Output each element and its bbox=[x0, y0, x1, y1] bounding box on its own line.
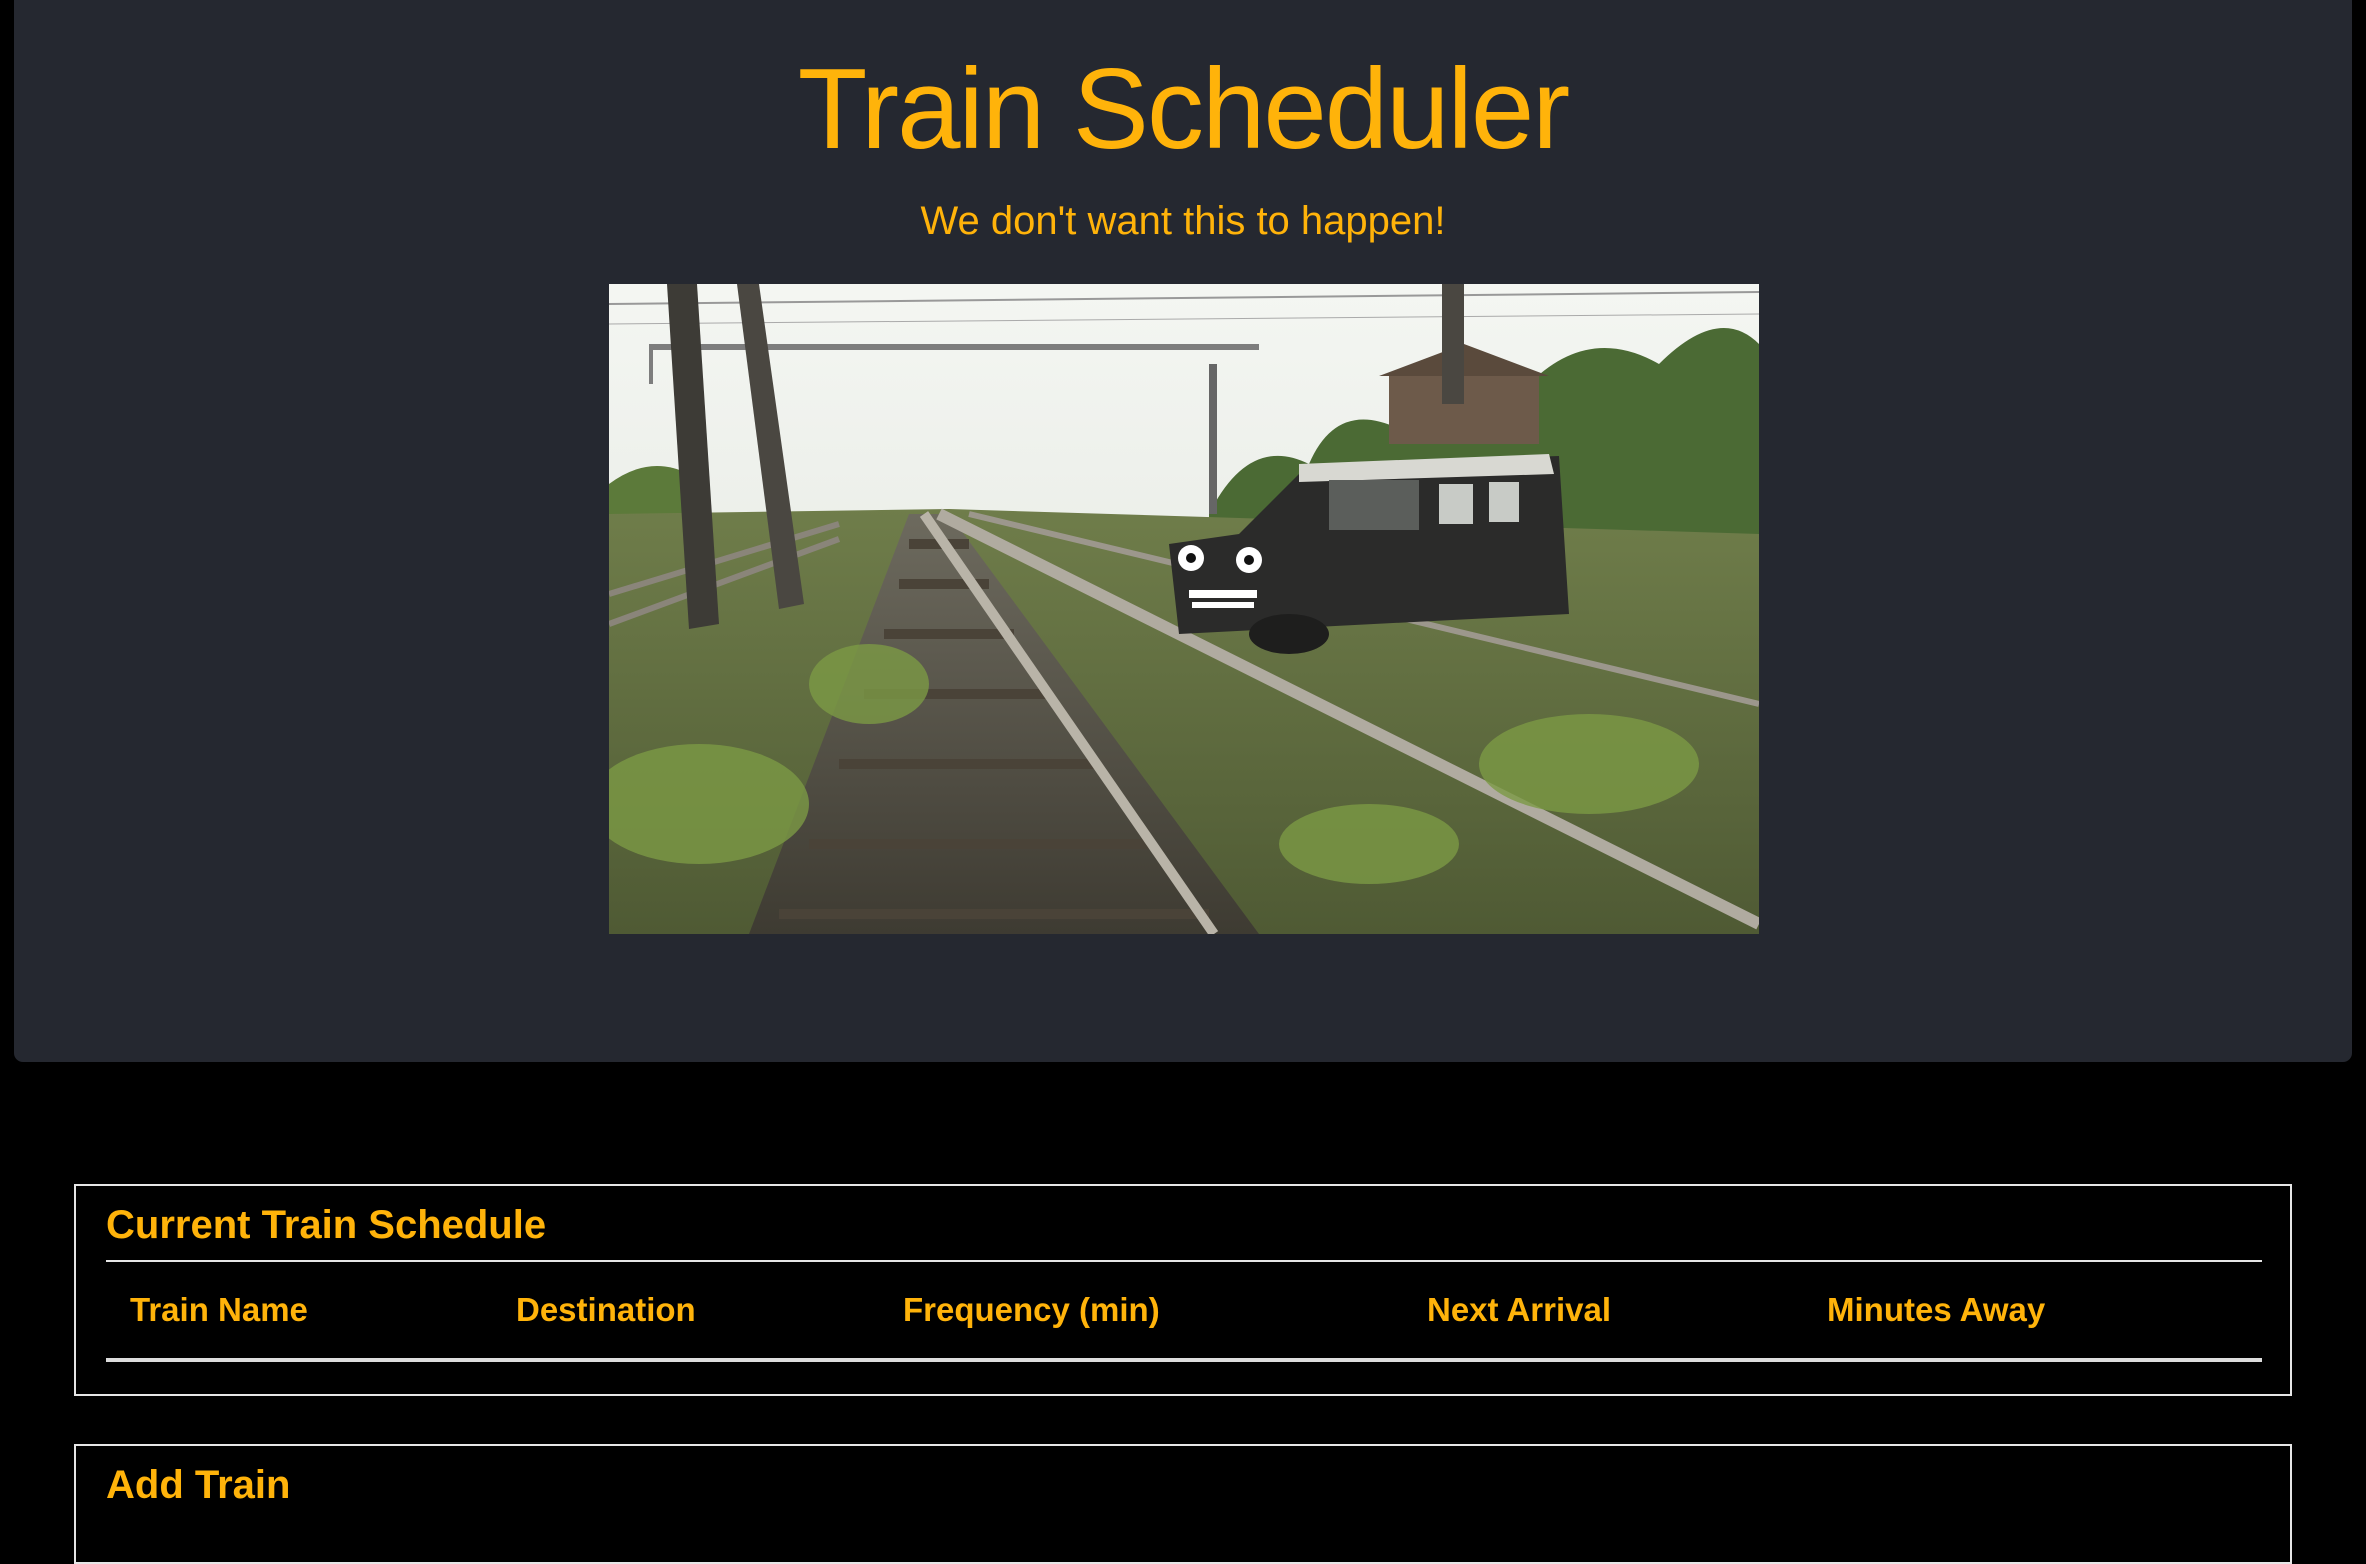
heading-divider bbox=[106, 1260, 2262, 1262]
schedule-panel: Current Train Schedule Train Name Destin… bbox=[74, 1184, 2292, 1396]
page-title: Train Scheduler bbox=[797, 46, 1571, 173]
add-train-panel: Add Train bbox=[74, 1444, 2292, 1564]
column-header-next-arrival: Next Arrival bbox=[1427, 1291, 1612, 1328]
schedule-heading: Current Train Schedule bbox=[106, 1203, 547, 1247]
column-header-frequency: Frequency (min) bbox=[903, 1291, 1160, 1328]
column-header-train-name: Train Name bbox=[130, 1291, 308, 1328]
table-header-divider bbox=[106, 1358, 2262, 1362]
jumbotron-header: Train Scheduler We don't want this to ha… bbox=[14, 0, 2352, 1062]
add-train-heading: Add Train bbox=[106, 1463, 291, 1507]
page-subtitle: We don't want this to happen! bbox=[920, 199, 1446, 243]
hero-image bbox=[609, 284, 1759, 934]
column-header-minutes-away: Minutes Away bbox=[1827, 1291, 2046, 1328]
column-header-destination: Destination bbox=[516, 1291, 696, 1328]
